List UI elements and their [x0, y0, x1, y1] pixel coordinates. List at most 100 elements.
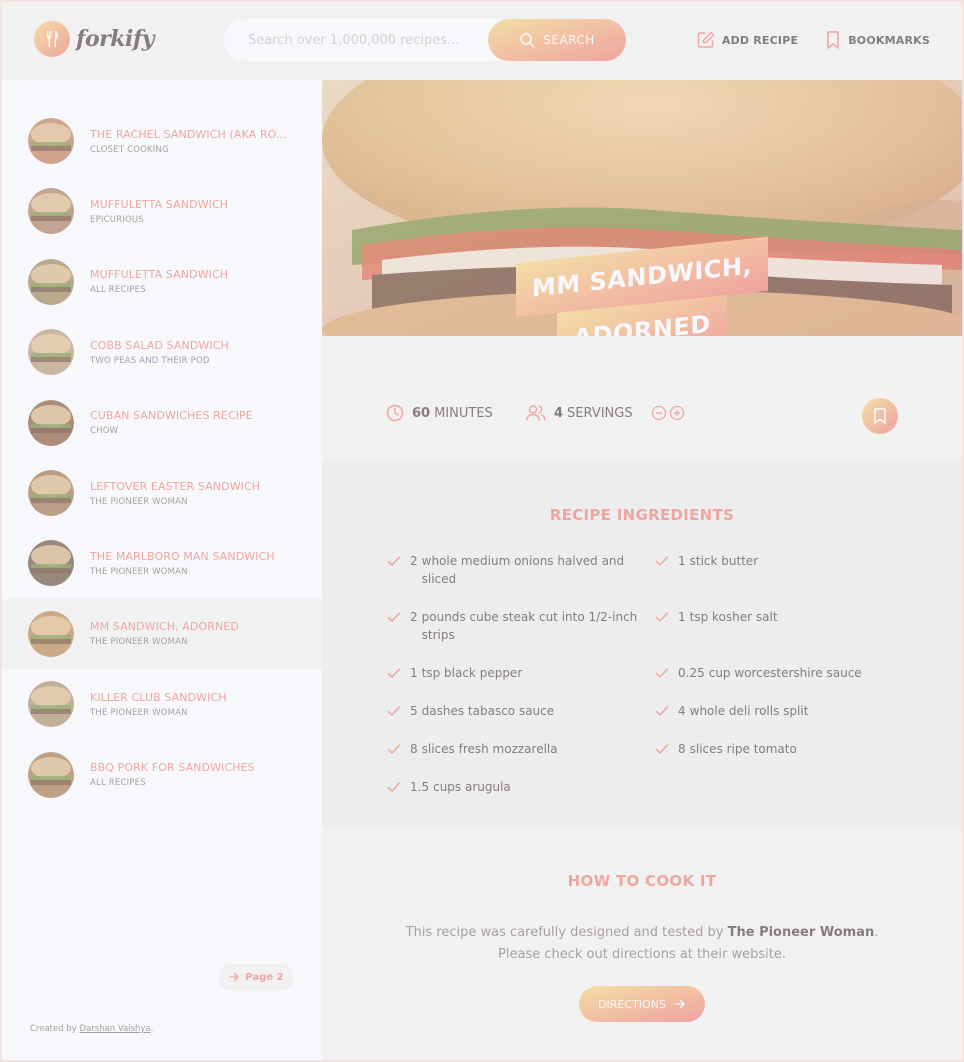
directions-publisher: The Pioneer Woman — [727, 925, 875, 940]
minus-circle-icon — [651, 405, 666, 421]
arrow-right-icon — [674, 998, 686, 1010]
result-item[interactable]: THE RACHEL SANDWICH (AKA RO... CLOSET COO… — [2, 106, 322, 176]
directions-button-label: DIRECTIONS — [598, 997, 666, 1011]
result-item[interactable]: CUBAN SANDWICHES RECIPE CHOW — [2, 388, 322, 458]
logo-text: forkify — [76, 26, 155, 52]
servings: 4 SERVINGS — [526, 404, 685, 422]
result-text: COBB SALAD SANDWICH TWO PEAS AND THEIR PO… — [90, 339, 294, 366]
recipe-directions: HOW TO COOK IT This recipe was carefully… — [322, 826, 962, 1060]
result-publisher: THE PIONEER WOMAN — [90, 566, 188, 577]
ingredient-item: 1.5 cups arugula — [386, 778, 642, 796]
result-text: CUBAN SANDWICHES RECIPE CHOW — [90, 409, 294, 436]
check-icon — [654, 553, 670, 569]
edit-icon — [696, 30, 716, 50]
result-publisher: THE PIONEER WOMAN — [90, 707, 188, 718]
directions-heading: HOW TO COOK IT — [567, 872, 717, 890]
result-item[interactable]: KILLER CLUB SANDWICH THE PIONEER WOMAN — [2, 669, 322, 739]
check-icon — [654, 665, 670, 681]
search-button[interactable]: SEARCH — [488, 19, 626, 61]
check-icon — [386, 779, 402, 795]
add-recipe-label: ADD RECIPE — [721, 33, 799, 47]
ingredient-description: dashes tabasco sauce — [421, 704, 555, 718]
bookmark-icon — [824, 30, 842, 50]
ingredient-item: 0.25 cup worcestershire sauce — [654, 664, 910, 682]
ingredient-quantity: 8 — [410, 742, 418, 756]
check-icon — [654, 703, 670, 719]
ingredient-item: 4 whole deli rolls split — [654, 702, 910, 720]
servings-unit: SERVINGS — [567, 405, 633, 421]
result-item[interactable]: MM SANDWICH, ADORNED THE PIONEER WOMAN — [2, 598, 322, 669]
directions-text-prefix: This recipe was carefully designed and t… — [405, 925, 728, 940]
fork-knife-icon — [34, 21, 70, 57]
check-icon — [654, 741, 670, 757]
ingredient-quantity: 1 — [410, 666, 418, 680]
ingredient-description: tsp black pepper — [421, 666, 523, 680]
result-item[interactable]: COBB SALAD SANDWICH TWO PEAS AND THEIR PO… — [2, 317, 322, 387]
result-title: BBQ PORK FOR SANDWICHES — [90, 761, 255, 775]
check-icon — [386, 609, 402, 625]
ingredient-description: cups arugula — [433, 780, 511, 794]
ingredient-quantity: 2 — [410, 554, 418, 568]
result-title: THE MARLBORO MAN SANDWICH — [90, 549, 275, 563]
result-item[interactable]: MUFFULETTA SANDWICH EPICURIOUS — [2, 176, 322, 246]
cooking-time: 60 MINUTES — [386, 404, 493, 422]
result-item[interactable]: BBQ PORK FOR SANDWICHES ALL RECIPES — [2, 740, 322, 810]
ingredient-quantity: 1.5 — [410, 780, 430, 794]
result-item[interactable]: THE MARLBORO MAN SANDWICH THE PIONEER WOM… — [2, 528, 322, 598]
ingredient-description: whole deli rolls split — [689, 704, 809, 718]
ingredient-item: 2 pounds cube steak cut into 1/2-inch str… — [386, 608, 642, 644]
ingredient-description: whole medium onions halved and sliced — [421, 554, 625, 586]
result-item[interactable]: MUFFULETTA SANDWICH ALL RECIPES — [2, 247, 322, 317]
search-icon — [519, 32, 535, 48]
ingredient-quantity: 5 — [410, 704, 418, 718]
ingredient-quantity: 2 — [410, 610, 418, 624]
ingredient-item: 8 slices fresh mozzarella — [386, 740, 642, 758]
result-title: LEFTOVER EASTER SANDWICH — [90, 479, 261, 493]
ingredient-item: 2 whole medium onions halved and sliced — [386, 552, 642, 588]
cooking-time-unit: MINUTES — [434, 405, 493, 421]
bookmarks-label: BOOKMARKS — [848, 33, 930, 47]
result-text: THE RACHEL SANDWICH (AKA RO... CLOSET COO… — [90, 128, 294, 155]
users-icon — [526, 404, 546, 422]
result-thumbnail — [28, 399, 74, 446]
ingredient-description: slices ripe tomato — [689, 742, 797, 756]
logo[interactable]: forkify — [34, 21, 155, 57]
result-thumbnail — [28, 681, 74, 728]
result-thumbnail — [28, 258, 74, 305]
author-link[interactable]: Darshan Vaishya — [79, 1024, 150, 1034]
result-item[interactable]: LEFTOVER EASTER SANDWICH THE PIONEER WOMA… — [2, 458, 322, 528]
cooking-time-value: 60 — [412, 405, 431, 421]
ingredient-quantity: 1 — [678, 554, 686, 568]
result-thumbnail — [28, 118, 74, 164]
arrow-right-icon — [228, 971, 240, 983]
ingredient-description: cup worcestershire sauce — [708, 666, 862, 680]
search-input[interactable] — [248, 32, 498, 48]
result-title: MUFFULETTA SANDWICH — [90, 197, 229, 211]
increase-servings-button[interactable] — [669, 405, 685, 421]
check-icon — [386, 741, 402, 757]
result-publisher: CLOSET COOKING — [90, 144, 169, 155]
directions-button[interactable]: DIRECTIONS — [579, 986, 705, 1022]
check-icon — [386, 553, 402, 569]
copyright-suffix: . — [150, 1024, 154, 1034]
add-recipe-button[interactable]: ADD RECIPE — [696, 30, 798, 50]
next-page-button[interactable]: Page 2 — [218, 964, 294, 990]
result-thumbnail — [28, 610, 74, 657]
servings-controls — [651, 405, 685, 421]
check-icon — [654, 609, 670, 625]
ingredient-description: stick butter — [689, 554, 759, 568]
bookmarks-button[interactable]: BOOKMARKS — [824, 30, 930, 50]
ingredient-item: 1 tsp kosher salt — [654, 608, 910, 626]
bookmark-recipe-button[interactable] — [862, 398, 898, 434]
result-thumbnail — [28, 470, 74, 516]
decrease-servings-button[interactable] — [651, 405, 667, 421]
search-form: SEARCH — [224, 19, 626, 61]
ingredient-quantity: 1 — [678, 610, 686, 624]
result-text: KILLER CLUB SANDWICH THE PIONEER WOMAN — [90, 691, 294, 718]
result-publisher: TWO PEAS AND THEIR POD — [90, 355, 210, 366]
result-thumbnail — [28, 329, 74, 376]
result-thumbnail — [28, 540, 74, 587]
recipe-ingredients: RECIPE INGREDIENTS 2 whole medium onions … — [322, 460, 962, 826]
ingredient-quantity: 4 — [678, 704, 686, 718]
check-icon — [386, 703, 402, 719]
